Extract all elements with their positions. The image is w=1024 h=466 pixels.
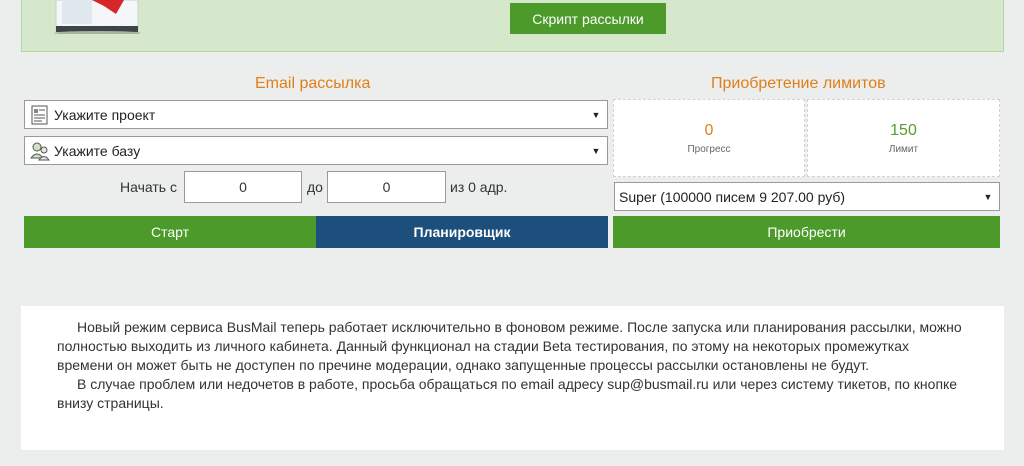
- buy-button[interactable]: Приобрести: [613, 216, 1000, 248]
- of-addresses-label: из 0 адр.: [450, 179, 508, 195]
- start-button[interactable]: Старт: [24, 216, 316, 248]
- scheduler-button[interactable]: Планировщик: [316, 216, 608, 248]
- base-select-value: Укажите базу: [54, 142, 141, 159]
- progress-label: Прогресс: [687, 143, 731, 155]
- project-icon: [30, 105, 50, 125]
- chevron-down-icon: ▼: [983, 191, 993, 202]
- plan-select-value: Super (100000 писем 9 207.00 руб): [619, 188, 846, 205]
- from-input[interactable]: [184, 171, 302, 203]
- project-select-value: Укажите проект: [54, 106, 156, 123]
- info-paragraph: В случае проблем или недочетов в работе,…: [57, 376, 958, 411]
- script-mailing-button[interactable]: Скрипт рассылки: [510, 3, 666, 34]
- to-label: до: [307, 179, 323, 195]
- limit-label: Лимит: [888, 143, 919, 155]
- start-from-label: Начать с: [120, 179, 177, 195]
- limits-purchase-title: Приобретение лимитов: [711, 75, 886, 92]
- to-input[interactable]: [327, 171, 446, 203]
- contacts-icon: [29, 141, 50, 161]
- chevron-down-icon: ▼: [591, 109, 601, 120]
- base-select[interactable]: Укажите базу ▼: [24, 136, 608, 165]
- top-banner: Скрипт рассылки: [21, 0, 1004, 52]
- info-paragraph: Новый режим сервиса BusMail теперь работ…: [57, 319, 962, 373]
- limit-card: 150 Лимит: [807, 99, 1000, 177]
- plan-select[interactable]: Super (100000 писем 9 207.00 руб) ▼: [614, 182, 1000, 211]
- info-notice: Новый режим сервиса BusMail теперь работ…: [21, 306, 1004, 450]
- progress-value: 0: [704, 121, 714, 139]
- product-box-image: [44, 0, 142, 35]
- chevron-down-icon: ▼: [591, 145, 601, 156]
- project-select[interactable]: Укажите проект ▼: [24, 100, 608, 129]
- limit-value: 150: [890, 121, 917, 139]
- progress-card: 0 Прогресс: [613, 99, 805, 177]
- email-mailing-title: Email рассылка: [255, 75, 371, 92]
